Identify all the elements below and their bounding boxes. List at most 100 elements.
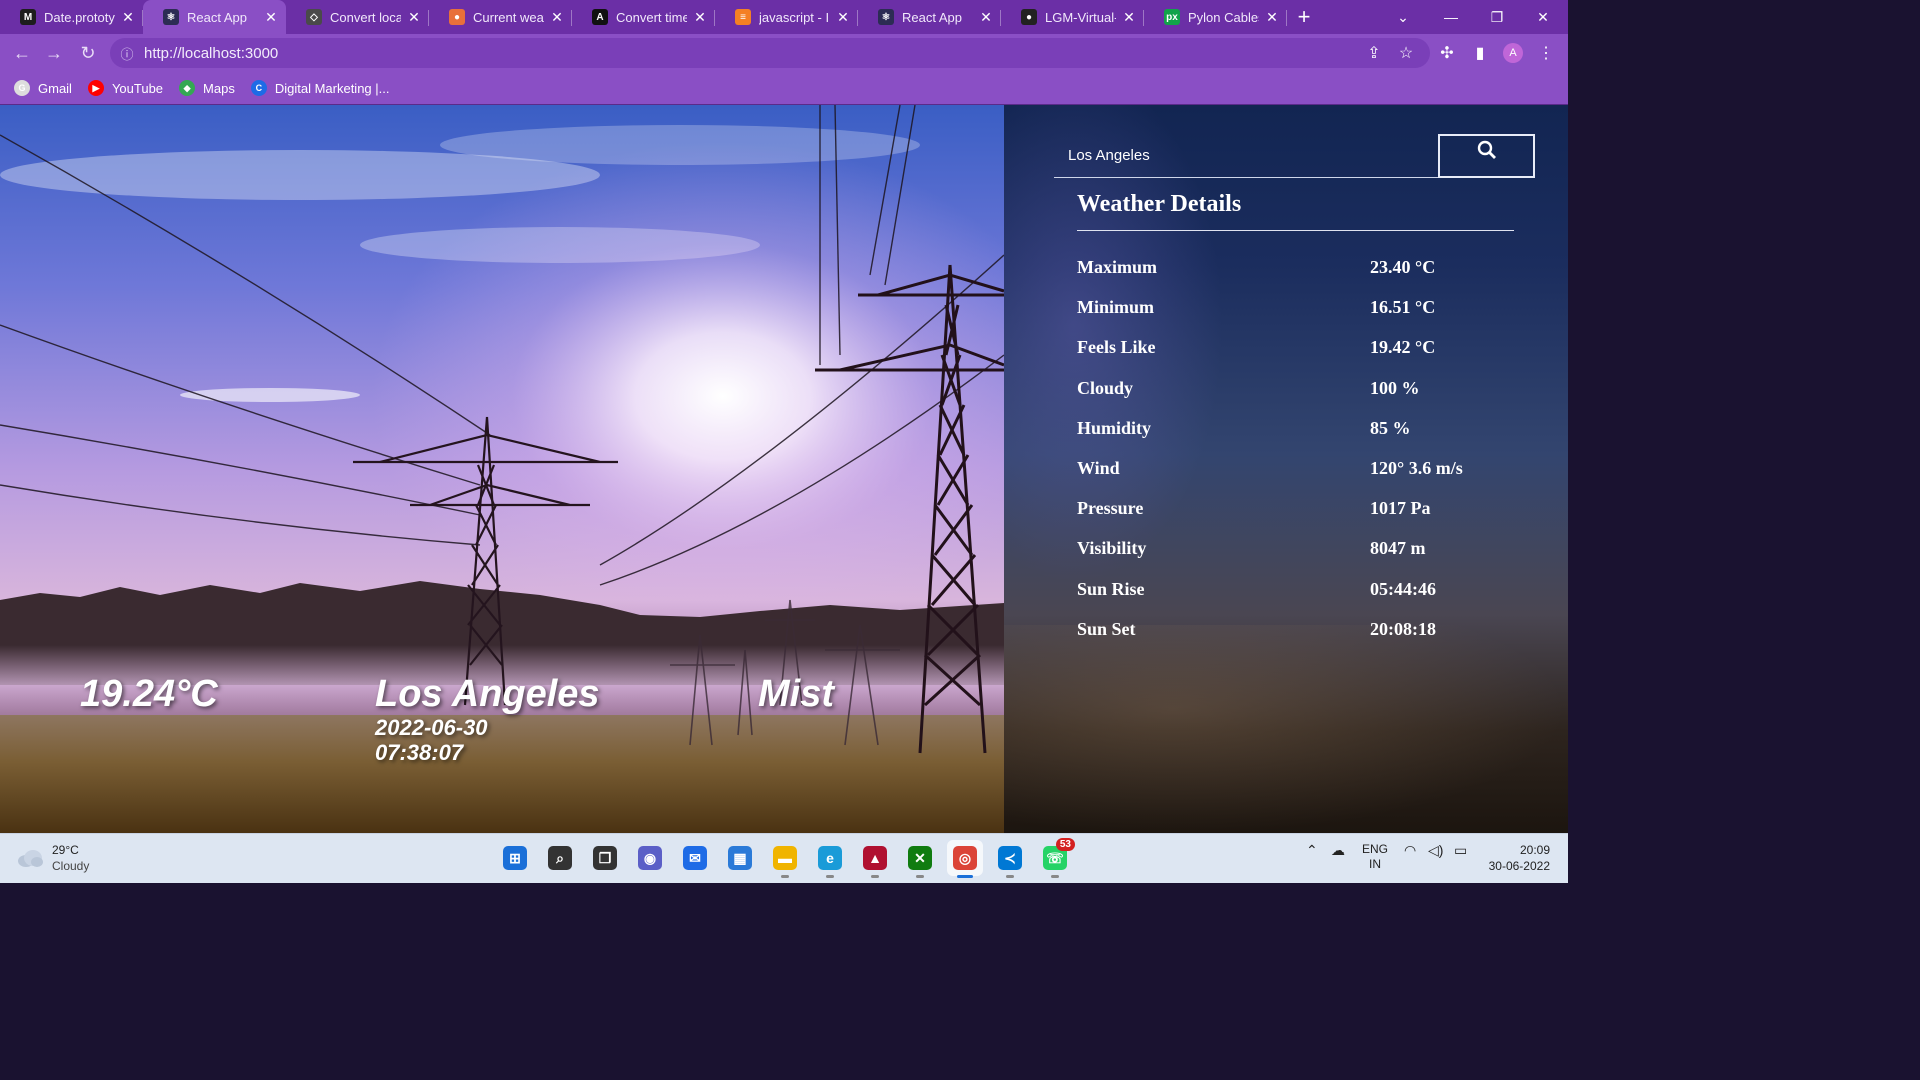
weather-condition: Mist (758, 673, 834, 715)
onedrive-cloud-icon[interactable]: ☁ (1331, 842, 1345, 859)
language-indicator[interactable]: ENG IN (1362, 842, 1388, 872)
detail-row: Sun Rise 05:44:46 (1077, 579, 1517, 603)
tab-close-icon[interactable]: ✕ (121, 9, 135, 26)
detail-row: Maximum 23.40 °C (1077, 257, 1517, 281)
close-window-button[interactable]: ✕ (1520, 0, 1566, 34)
browser-tab[interactable]: A Convert timez ✕ (572, 0, 715, 34)
restore-button[interactable]: ❐ (1474, 0, 1520, 34)
github-icon: ● (1021, 9, 1037, 25)
taskbar-app[interactable]: ❐ (587, 840, 623, 876)
browser-tab[interactable]: ● Current weath ✕ (429, 0, 572, 34)
detail-row: Minimum 16.51 °C (1077, 297, 1517, 321)
detail-value: 05:44:46 (1370, 578, 1436, 599)
tab-close-icon[interactable]: ✕ (407, 9, 421, 26)
weather-icon: ● (449, 9, 465, 25)
taskbar-app[interactable]: ▦ (722, 840, 758, 876)
bookmark-star-icon[interactable]: ☆ (1390, 37, 1422, 69)
back-arrow-icon[interactable]: ← (6, 37, 38, 69)
wifi-icon[interactable]: ◠ (1404, 842, 1416, 859)
tab-close-icon[interactable]: ✕ (550, 9, 564, 26)
bookmark-item[interactable]: ▶ YouTube (87, 80, 163, 96)
browser-tab[interactable]: ⚛ React App ✕ (143, 0, 286, 34)
detail-label: Sun Set (1077, 618, 1136, 639)
taskbar-app[interactable]: ⊞ (497, 840, 533, 876)
gmail-icon: G (14, 80, 30, 96)
mail-icon: ✉ (683, 846, 707, 870)
notification-badge: 53 (1055, 838, 1075, 851)
detail-value: 8047 m (1370, 538, 1426, 559)
stackoverflow-icon: ≡ (735, 9, 751, 25)
tab-close-icon[interactable]: ✕ (979, 9, 993, 26)
taskbar-app[interactable]: e (812, 840, 848, 878)
browser-tab[interactable]: px Pylon Cables S ✕ (1144, 0, 1287, 34)
site-info-icon[interactable]: ⓘ (110, 44, 144, 63)
browser-tab[interactable]: ◇ Convert local ✕ (286, 0, 429, 34)
tab-close-icon[interactable]: ✕ (264, 9, 278, 26)
tab-close-icon[interactable]: ✕ (693, 9, 707, 26)
volume-icon[interactable]: ◁) (1428, 842, 1443, 859)
detail-value: 1017 Pa (1370, 498, 1431, 519)
vscode-icon: ≺ (998, 846, 1022, 870)
tab-close-icon[interactable]: ✕ (1122, 9, 1136, 26)
browser-tab[interactable]: ≡ javascript - Inv ✕ (715, 0, 858, 34)
taskbar-app[interactable]: ⌕ (542, 840, 578, 876)
taskbar-app[interactable]: ≺ (992, 840, 1028, 878)
share-icon[interactable]: ⇪ (1358, 37, 1390, 69)
address-bar[interactable]: ⓘ http://localhost:3000 (110, 38, 1430, 68)
px-icon: px (1164, 9, 1180, 25)
new-tab-button[interactable]: + (1289, 0, 1319, 34)
tab-close-icon[interactable]: ✕ (836, 9, 850, 26)
menu-kebab-icon[interactable]: ⋮ (1530, 37, 1562, 69)
detail-label: Visibility (1077, 538, 1147, 559)
taskbar-app[interactable]: ✉ (677, 840, 713, 876)
profile-avatar[interactable]: A (1497, 37, 1529, 69)
city-search-input[interactable] (1054, 134, 1438, 178)
detail-value: 20:08:18 (1370, 618, 1436, 639)
details-title: Weather Details (1077, 191, 1242, 217)
bookmark-label: Gmail (38, 80, 72, 96)
youtube-icon: ▶ (87, 80, 104, 96)
taskbar-weather-widget[interactable]: 29°C Cloudy (16, 842, 89, 874)
bookmarks-bar: G Gmail ▶ YouTube ◆ Maps C Digital Marketing |.… (0, 72, 1568, 104)
forward-arrow-icon[interactable]: → (38, 37, 70, 69)
detail-value: 120° 3.6 m/s (1370, 458, 1463, 478)
detail-row: Wind 120° 3.6 m/s (1077, 458, 1517, 482)
tab-label: LGM-Virtual-In (1045, 9, 1116, 25)
edge-icon: e (818, 846, 842, 870)
windows-taskbar: 29°C Cloudy ⊞ ⌕ ❐ ◉ ✉ ▦ ▬ e ▲ ✕ ◎ ≺ ☏ 53 ⌃ ☁ ENG IN ◠… (0, 833, 1568, 883)
language-code: ENG (1362, 842, 1389, 856)
detail-row: Sun Set 20:08:18 (1077, 619, 1517, 643)
tab-label: Convert local (330, 9, 401, 25)
taskbar-app[interactable]: ☏ 53 (1037, 838, 1075, 878)
taskbar-app[interactable]: ✕ (902, 840, 938, 878)
search-button[interactable] (1438, 134, 1535, 178)
browser-tab[interactable]: ● LGM-Virtual-In ✕ (1001, 0, 1144, 34)
bookmark-label: Digital Marketing |... (274, 80, 390, 96)
taskbar-app[interactable]: ◎ (947, 840, 983, 878)
minimize-button[interactable]: — (1428, 0, 1474, 34)
bookmark-item[interactable]: G Gmail (14, 80, 72, 96)
detail-label: Feels Like (1077, 337, 1156, 358)
language-region: IN (1369, 857, 1381, 871)
system-clock[interactable]: 20:09 30-06-2022 (1486, 842, 1550, 874)
show-hidden-icons-chevron-icon[interactable]: ⌃ (1306, 842, 1318, 859)
tab-label: Convert timez (616, 9, 687, 25)
browser-tab[interactable]: M Date.prototyp ✕ (0, 0, 143, 34)
taskbar-app[interactable]: ▬ (767, 840, 803, 878)
side-panel-icon[interactable]: ▮ (1464, 37, 1496, 69)
taskbar-app[interactable]: ◉ (632, 840, 668, 876)
bookmark-item[interactable]: ◆ Maps (179, 80, 235, 96)
tab-close-icon[interactable]: ✕ (1265, 9, 1279, 26)
tab-label: Pylon Cables S (1188, 9, 1259, 25)
extensions-icon[interactable]: ✣ (1431, 37, 1463, 69)
bookmark-item[interactable]: C Digital Marketing |... (250, 80, 390, 96)
reload-icon[interactable]: ↻ (72, 37, 104, 69)
browser-tab[interactable]: ⚛ React App ✕ (858, 0, 1001, 34)
local-time: 07:38:07 (375, 740, 464, 765)
xbox-icon: ✕ (908, 846, 932, 870)
tab-search-chevron-icon[interactable]: ⌄ (1380, 0, 1426, 34)
taskbar-app[interactable]: ▲ (857, 840, 893, 878)
detail-label: Maximum (1077, 257, 1157, 277)
tab-list: M Date.prototyp ✕ ⚛ React App ✕ ◇ Convert local… (0, 0, 1287, 34)
battery-icon[interactable]: ▭ (1454, 842, 1467, 859)
